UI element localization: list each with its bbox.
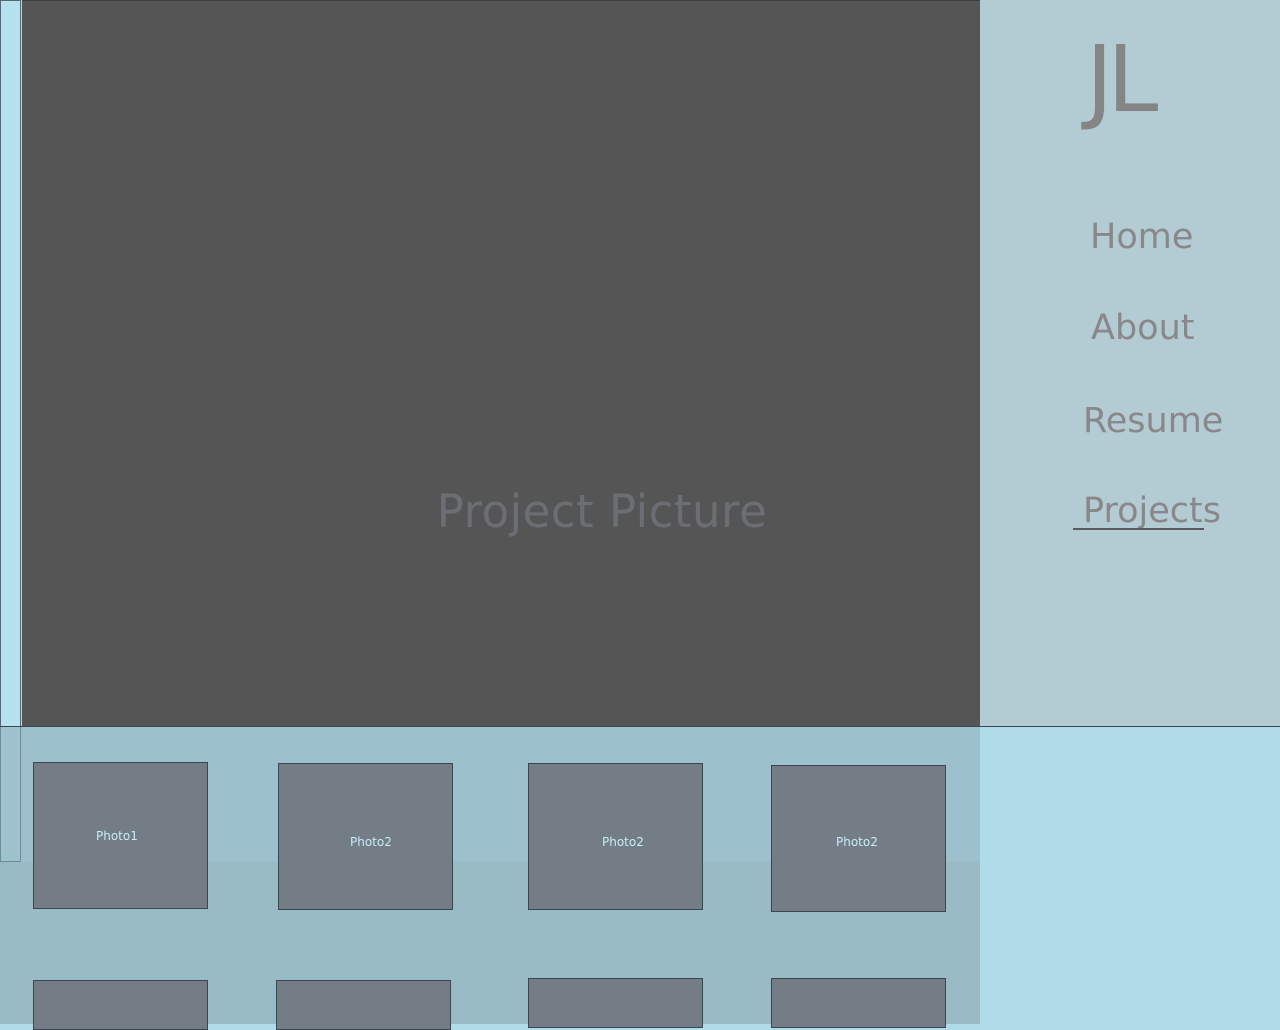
gallery-thumbnail-4[interactable]: Photo2 <box>771 765 946 912</box>
nav-projects-link[interactable]: Projects <box>1083 494 1221 529</box>
gallery-thumbnail-8[interactable] <box>771 978 946 1028</box>
active-nav-underline <box>1073 528 1204 530</box>
gallery-thumbnail-1[interactable]: Photo1 <box>33 762 208 909</box>
nav-resume-link[interactable]: Resume <box>1083 404 1223 439</box>
thumbnail-label: Photo2 <box>602 835 644 849</box>
nav-home-link[interactable]: Home <box>1090 220 1193 255</box>
gallery-thumbnail-7[interactable] <box>528 978 703 1028</box>
project-picture-placeholder: Project Picture <box>22 0 980 726</box>
thumbnail-label: Photo2 <box>836 835 878 849</box>
logo[interactable]: JL <box>1086 34 1158 126</box>
gallery-thumbnail-6[interactable] <box>276 980 451 1030</box>
thumbnail-label: Photo1 <box>96 829 138 843</box>
gallery-thumbnail-2[interactable]: Photo2 <box>278 763 453 910</box>
gallery-thumbnail-5[interactable] <box>33 980 208 1030</box>
project-picture-caption: Project Picture <box>436 485 768 538</box>
thumbnail-label: Photo2 <box>350 835 392 849</box>
gallery-thumbnail-3[interactable]: Photo2 <box>528 763 703 910</box>
nav-about-link[interactable]: About <box>1091 311 1194 346</box>
sidebar: JL Home About Resume Projects <box>980 0 1280 726</box>
